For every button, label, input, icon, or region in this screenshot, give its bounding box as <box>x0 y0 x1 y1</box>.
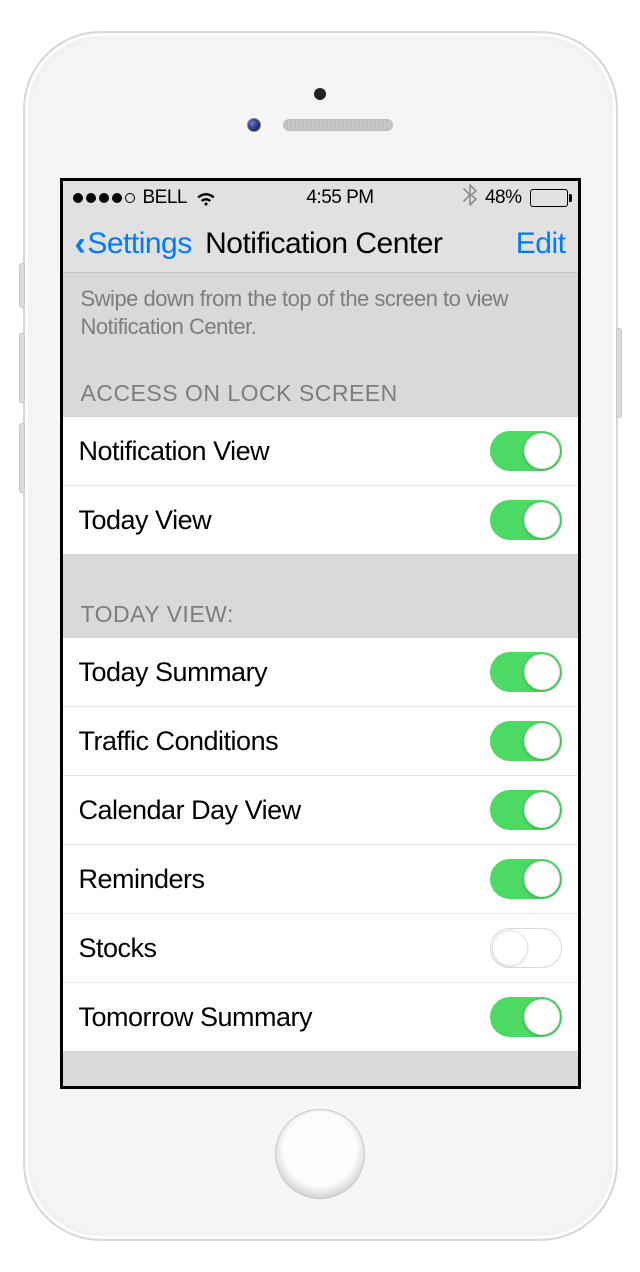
power-button <box>616 328 622 418</box>
today-view-row: Stocks <box>63 913 578 983</box>
nav-bar: ‹ Settings Notification Center Edit <box>63 215 578 273</box>
chevron-left-icon: ‹ <box>75 227 86 261</box>
toggle-knob <box>524 861 560 897</box>
earpiece-speaker-icon <box>283 119 393 131</box>
battery-icon <box>530 189 568 207</box>
today-view-toggle[interactable] <box>490 721 562 761</box>
toggle-knob <box>524 654 560 690</box>
settings-content[interactable]: Swipe down from the top of the screen to… <box>63 273 578 1052</box>
volume-down-button <box>19 423 25 493</box>
home-button[interactable] <box>275 1109 365 1199</box>
today-view-toggle[interactable] <box>490 652 562 692</box>
today-view-row: Today Summary <box>63 637 578 707</box>
lock-screen-row: Notification View <box>63 416 578 486</box>
mute-switch <box>19 263 25 308</box>
today-view-row-label: Traffic Conditions <box>79 726 279 757</box>
today-view-toggle[interactable] <box>490 859 562 899</box>
clock-label: 4:55 PM <box>306 187 373 209</box>
lock-screen-row: Today View <box>63 485 578 555</box>
volume-up-button <box>19 333 25 403</box>
top-sensor-cluster <box>25 88 616 132</box>
wifi-icon <box>195 190 217 206</box>
today-view-row-label: Calendar Day View <box>79 795 301 826</box>
proximity-sensor-icon <box>247 118 261 132</box>
edit-button[interactable]: Edit <box>516 227 566 261</box>
today-view-toggle[interactable] <box>490 997 562 1037</box>
toggle-knob <box>524 792 560 828</box>
page-title: Notification Center <box>132 227 516 261</box>
battery-percent-label: 48% <box>485 187 522 209</box>
section-header-today: TODAY VIEW: <box>63 591 578 638</box>
today-view-row-label: Reminders <box>79 864 205 895</box>
today-view-row: Tomorrow Summary <box>63 982 578 1052</box>
today-view-row: Traffic Conditions <box>63 706 578 776</box>
bluetooth-icon <box>463 184 477 212</box>
status-bar: BELL 4:55 PM 48% <box>63 181 578 215</box>
today-view-toggle[interactable] <box>490 790 562 830</box>
phone-frame: BELL 4:55 PM 48% ‹ <box>23 31 618 1241</box>
hint-text: Swipe down from the top of the screen to… <box>63 273 578 370</box>
lock-screen-row-label: Today View <box>79 505 212 536</box>
today-view-row-label: Tomorrow Summary <box>79 1002 313 1033</box>
toggle-knob <box>524 723 560 759</box>
lock-screen-toggle[interactable] <box>490 500 562 540</box>
today-view-row: Reminders <box>63 844 578 914</box>
carrier-label: BELL <box>143 187 187 209</box>
toggle-knob <box>492 930 528 966</box>
lock-screen-row-label: Notification View <box>79 436 270 467</box>
section-header-lock: ACCESS ON LOCK SCREEN <box>63 370 578 417</box>
toggle-knob <box>524 999 560 1035</box>
screen: BELL 4:55 PM 48% ‹ <box>60 178 581 1089</box>
today-view-toggle[interactable] <box>490 928 562 968</box>
today-view-row-label: Stocks <box>79 933 157 964</box>
today-view-row-label: Today Summary <box>79 657 268 688</box>
front-camera-icon <box>314 88 326 100</box>
lock-screen-toggle[interactable] <box>490 431 562 471</box>
signal-strength-icon <box>73 193 135 203</box>
toggle-knob <box>524 433 560 469</box>
today-view-row: Calendar Day View <box>63 775 578 845</box>
toggle-knob <box>524 502 560 538</box>
